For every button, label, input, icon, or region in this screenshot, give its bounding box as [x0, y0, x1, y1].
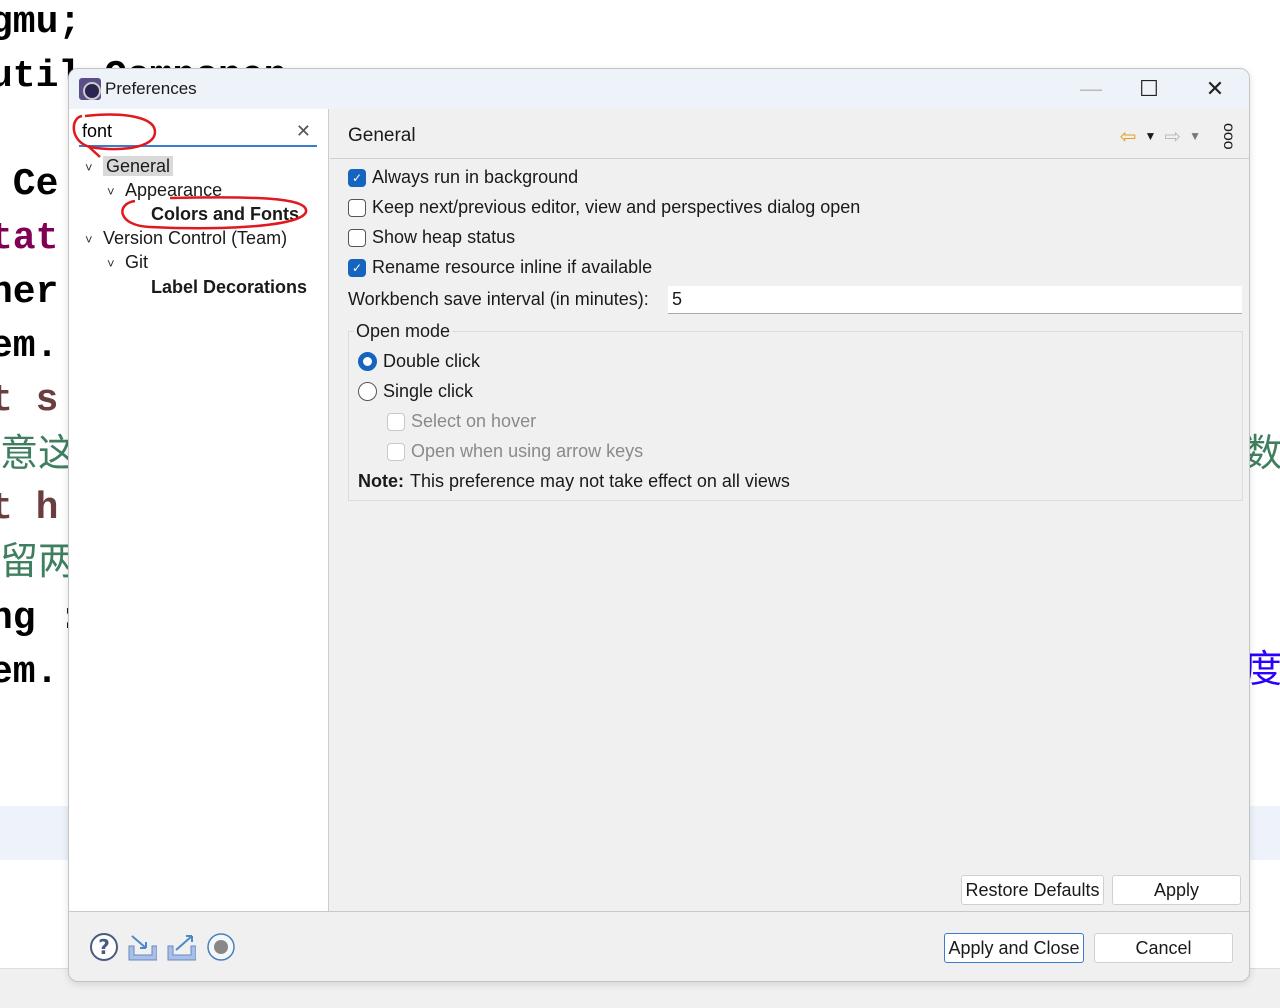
open-mode-note: Note: This preference may not take effect… [358, 471, 790, 491]
checkbox-select-on-hover[interactable]: Select on hover [387, 411, 536, 432]
maximize-button[interactable]: ☐ [1129, 73, 1169, 105]
code-line: Ce [12, 163, 59, 206]
tree-item-git[interactable]: ˅ Git [107, 250, 148, 274]
radio-icon[interactable] [358, 382, 377, 401]
export-icon[interactable] [166, 932, 196, 962]
close-button[interactable]: ✕ [1195, 73, 1235, 105]
code-line: t h [0, 487, 59, 530]
help-icon[interactable]: ? [89, 932, 119, 962]
tree-item-colors-and-fonts[interactable]: Colors and Fonts [151, 202, 299, 226]
checkbox-open-arrow-keys[interactable]: Open when using arrow keys [387, 441, 643, 462]
tree-item-general[interactable]: ˅ General [85, 154, 174, 180]
checkbox-show-heap-status[interactable]: Show heap status [348, 227, 515, 248]
chevron-down-icon[interactable]: ˅ [85, 228, 103, 252]
dialog-title: Preferences [105, 79, 197, 98]
checkbox-keep-next-previous[interactable]: Keep next/previous editor, view and pers… [348, 197, 860, 218]
code-line: t s [0, 379, 59, 422]
forward-arrow-icon[interactable]: ⇨ [1164, 124, 1181, 149]
checkbox-icon[interactable] [348, 198, 366, 217]
svg-text:?: ? [98, 935, 110, 959]
save-interval-label: Workbench save interval (in minutes): [348, 289, 649, 309]
title-bar: Preferences — ☐ ✕ [69, 69, 1249, 109]
code-line: em. [0, 651, 59, 694]
record-icon[interactable] [206, 932, 236, 962]
more-options-icon[interactable]: ooo [1219, 123, 1237, 150]
code-line: 留两 [0, 539, 77, 583]
cancel-button[interactable]: Cancel [1094, 933, 1233, 963]
preference-page: General ⇦ ▼ ⇨ ▼ ooo ✓ Always run in backg… [330, 109, 1249, 911]
checkbox-icon[interactable] [387, 442, 405, 461]
radio-single-click[interactable]: Single click [358, 381, 473, 402]
restore-defaults-button[interactable]: Restore Defaults [961, 875, 1104, 905]
code-line: gmu; [0, 1, 82, 44]
header-divider [330, 158, 1249, 159]
radio-selected-icon[interactable] [358, 352, 377, 371]
tree-item-label-decorations[interactable]: Label Decorations [151, 275, 307, 299]
import-icon[interactable] [127, 932, 157, 962]
apply-button[interactable]: Apply [1112, 875, 1241, 905]
checkbox-checked-icon[interactable]: ✓ [348, 258, 366, 277]
apply-and-close-button[interactable]: Apply and Close [944, 933, 1084, 963]
chevron-down-icon[interactable]: ˅ [107, 252, 125, 276]
radio-double-click[interactable]: Double click [358, 351, 480, 372]
filter-field[interactable]: ✕ [79, 119, 317, 147]
dialog-footer: ? Apply and Close Cancel [69, 911, 1249, 981]
checkbox-always-run-background[interactable]: ✓ Always run in background [348, 167, 578, 188]
back-arrow-icon[interactable]: ⇦ [1120, 124, 1137, 149]
checkbox-icon[interactable] [387, 412, 405, 431]
code-line: em. [0, 325, 59, 368]
tree-item-version-control[interactable]: ˅ Version Control (Team) [85, 226, 287, 250]
code-line: tat [0, 217, 59, 260]
tree-item-appearance[interactable]: ˅ Appearance [107, 178, 222, 202]
forward-dropdown-icon[interactable]: ▼ [1189, 129, 1201, 143]
clear-icon[interactable]: ✕ [296, 121, 311, 142]
code-line: 意这 [0, 431, 77, 475]
preferences-dialog: Preferences — ☐ ✕ ✕ ˅General ˅Appearance… [68, 68, 1250, 982]
checkbox-checked-icon[interactable]: ✓ [348, 168, 366, 187]
eclipse-icon [79, 78, 101, 100]
save-interval-input[interactable]: 5 [668, 286, 1242, 314]
chevron-down-icon[interactable]: ˅ [107, 180, 125, 204]
filter-input[interactable] [82, 121, 282, 142]
chevron-down-icon[interactable]: ˅ [85, 156, 103, 180]
minimize-button[interactable]: — [1071, 73, 1111, 105]
preference-tree-panel: ✕ ˅General ˅Appearance Colors and Fonts … [69, 109, 329, 911]
back-dropdown-icon[interactable]: ▼ [1144, 129, 1156, 143]
checkbox-icon[interactable] [348, 228, 366, 247]
code-line: her [0, 271, 59, 314]
open-mode-label: Open mode [354, 321, 453, 342]
checkbox-rename-inline[interactable]: ✓ Rename resource inline if available [348, 257, 652, 278]
page-title: General [348, 125, 416, 146]
